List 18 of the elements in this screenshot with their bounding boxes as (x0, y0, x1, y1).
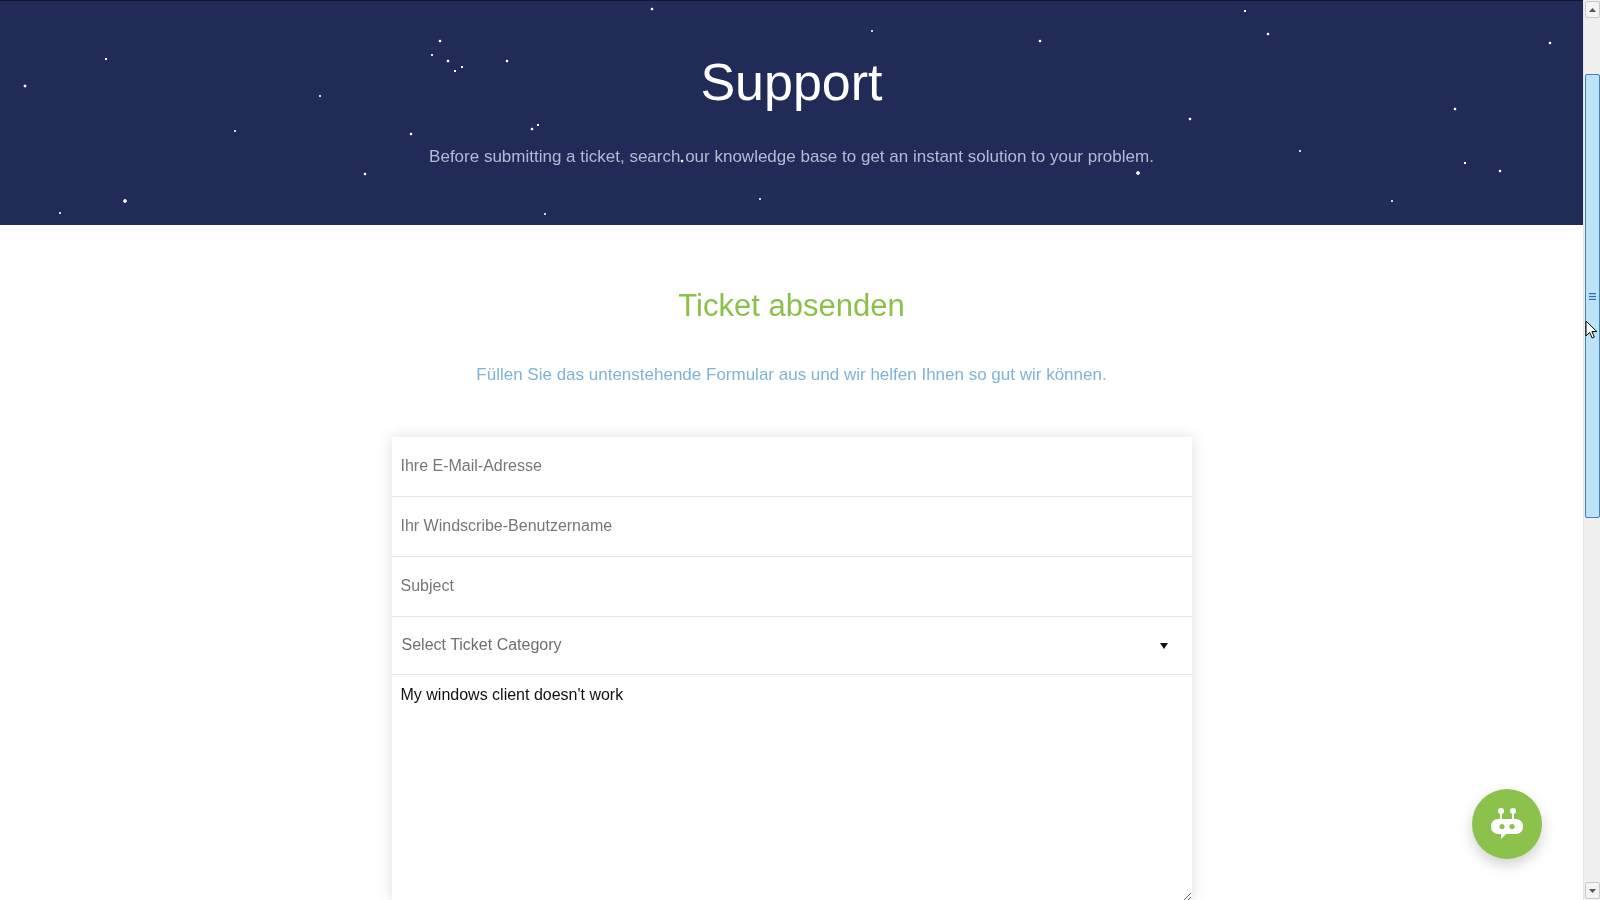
text-input-field[interactable]: Subject (391, 556, 1192, 617)
caret-icon (1159, 642, 1168, 649)
category-dropdown[interactable]: Select Ticket Category (391, 616, 1192, 675)
scroll-down-button[interactable] (1584, 882, 1600, 899)
mouse-pointer-icon (1585, 320, 1597, 339)
grip-icon (1588, 292, 1596, 300)
section-intro: Füllen Sie das untenstehende Formular aus und wir helfen Ihnen so gut wir können. (475, 364, 1108, 387)
scrollbar-thumb[interactable] (1584, 74, 1600, 518)
text-input-field[interactable]: Ihre E-Mail-Adresse (391, 436, 1192, 497)
page-title: Support (699, 52, 884, 113)
header-subtitle: Before submitting a ticket, search our knowledge base to get an instant solution to your problem. (428, 146, 1155, 169)
section-title: Ticket absenden (677, 287, 906, 325)
down-arrow-icon (1588, 888, 1596, 893)
up-arrow-icon (1588, 7, 1596, 12)
message-field[interactable]: My windows client doesn't work (391, 674, 1192, 900)
text-input-field[interactable]: Ihr Windscribe-Benutzername (391, 496, 1192, 557)
robot-icon (1490, 807, 1524, 841)
scroll-up-button[interactable] (1584, 1, 1600, 18)
